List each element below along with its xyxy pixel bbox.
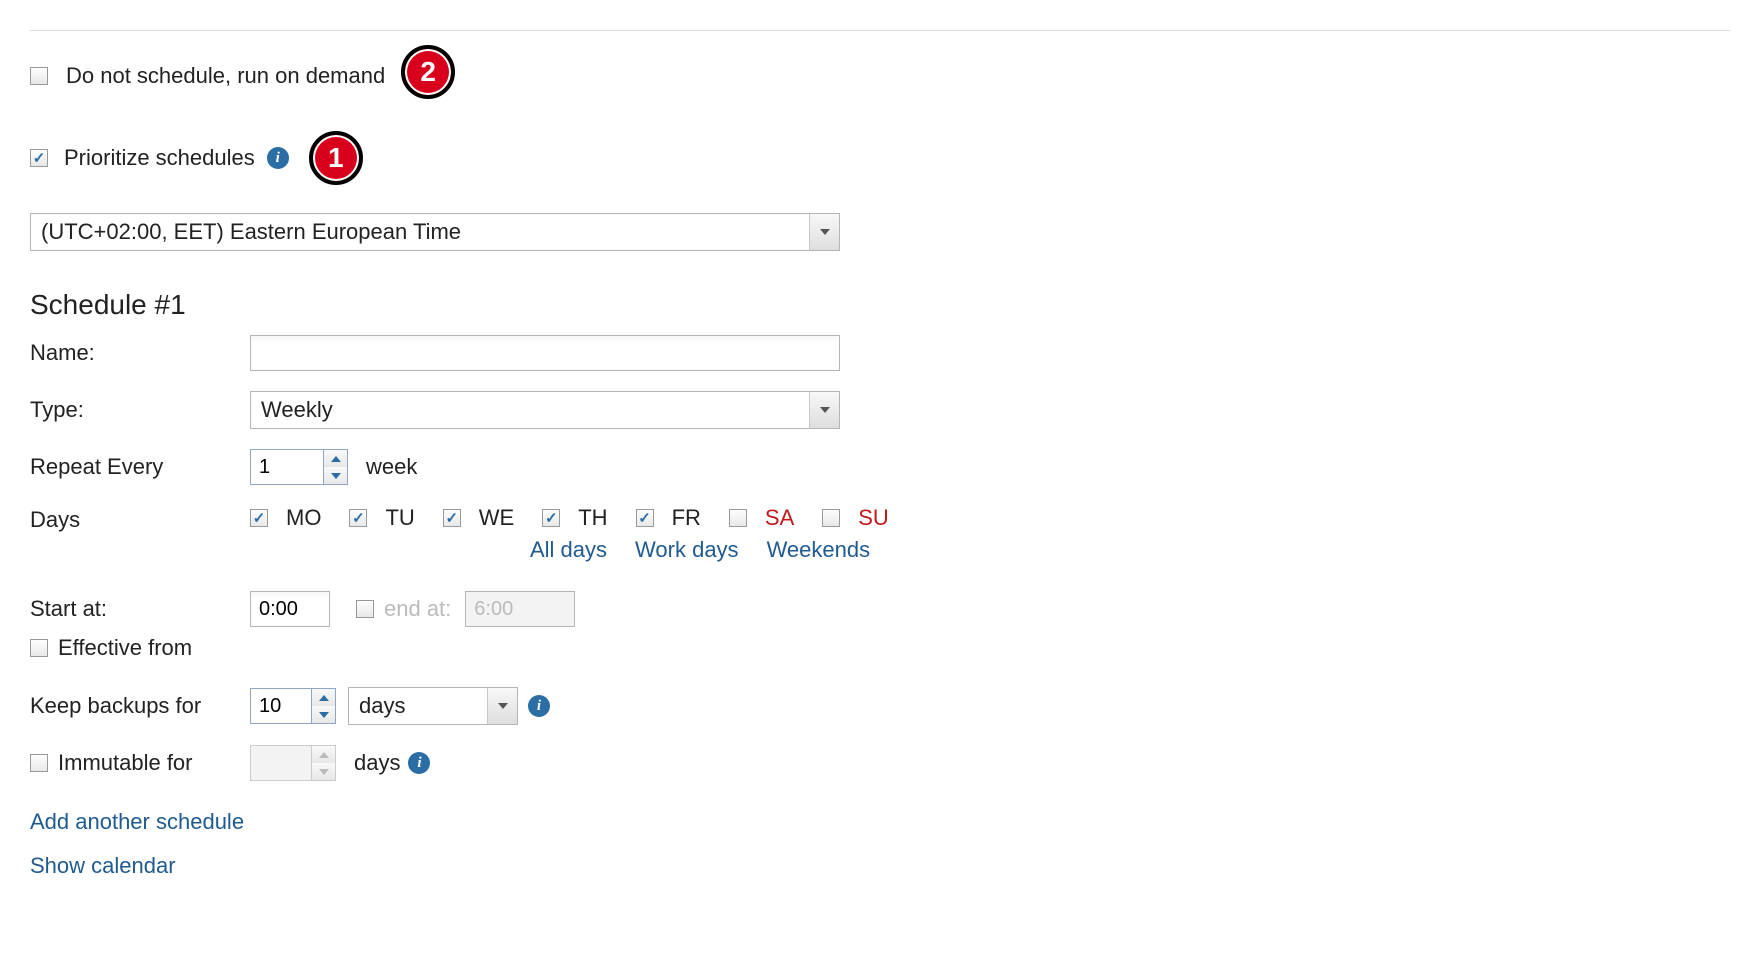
immutable-for-unit: days (354, 750, 400, 776)
do-not-schedule-label: Do not schedule, run on demand (66, 63, 385, 89)
spin-up-icon (319, 752, 329, 758)
day-fr: FR (636, 505, 701, 531)
keep-backups-down[interactable] (312, 706, 335, 723)
immutable-for-label: Immutable for (58, 750, 193, 776)
effective-from-label: Effective from (58, 635, 192, 661)
day-su-checkbox[interactable] (822, 509, 840, 527)
day-we: WE (443, 505, 514, 531)
day-sa: SA (729, 505, 794, 531)
keep-backups-unit-dropdown-button[interactable] (487, 688, 517, 724)
schedule-title: Schedule #1 (30, 289, 1730, 321)
keep-backups-unit: days (349, 688, 487, 724)
all-days-link[interactable]: All days (530, 537, 607, 563)
immutable-for-spinner (250, 745, 336, 781)
end-at-checkbox[interactable] (356, 600, 374, 618)
keep-backups-unit-select[interactable]: days (348, 687, 518, 725)
end-at-input (465, 591, 575, 627)
show-calendar-link[interactable]: Show calendar (30, 853, 176, 878)
repeat-every-up[interactable] (324, 450, 347, 467)
name-input[interactable] (250, 335, 840, 371)
day-th: TH (542, 505, 607, 531)
repeat-every-down[interactable] (324, 467, 347, 484)
chevron-down-icon (820, 407, 830, 413)
day-sa-label: SA (765, 505, 794, 531)
annotation-badge-1: 1 (309, 131, 363, 185)
day-th-checkbox[interactable] (542, 509, 560, 527)
spin-down-icon (319, 769, 329, 775)
chevron-down-icon (820, 229, 830, 235)
type-dropdown-button[interactable] (809, 392, 839, 428)
start-at-input[interactable] (250, 591, 330, 627)
weekends-link[interactable]: Weekends (767, 537, 871, 563)
immutable-for-value (251, 746, 311, 780)
day-mo-label: MO (286, 505, 321, 531)
keep-backups-up[interactable] (312, 689, 335, 706)
info-icon[interactable]: i (528, 695, 550, 717)
keep-backups-label: Keep backups for (30, 693, 250, 719)
start-at-label: Start at: (30, 596, 250, 622)
immutable-for-down (312, 763, 335, 780)
type-label: Type: (30, 397, 250, 423)
do-not-schedule-checkbox[interactable] (30, 67, 48, 85)
spin-up-icon (319, 695, 329, 701)
day-tu-checkbox[interactable] (349, 509, 367, 527)
timezone-value: (UTC+02:00, EET) Eastern European Time (31, 214, 809, 250)
chevron-down-icon (498, 703, 508, 709)
day-we-checkbox[interactable] (443, 509, 461, 527)
day-mo-checkbox[interactable] (250, 509, 268, 527)
info-icon[interactable]: i (408, 752, 430, 774)
keep-backups-spinner[interactable] (250, 688, 336, 724)
spin-down-icon (319, 712, 329, 718)
day-fr-label: FR (672, 505, 701, 531)
type-value: Weekly (251, 392, 809, 428)
add-another-schedule-link[interactable]: Add another schedule (30, 809, 244, 834)
repeat-every-value[interactable] (251, 450, 323, 484)
day-we-label: WE (479, 505, 514, 531)
day-mo: MO (250, 505, 321, 531)
day-su-label: SU (858, 505, 889, 531)
immutable-for-checkbox[interactable] (30, 754, 48, 772)
days-label: Days (30, 505, 250, 533)
prioritize-schedules-checkbox[interactable] (30, 149, 48, 167)
day-tu: TU (349, 505, 414, 531)
effective-from-checkbox[interactable] (30, 639, 48, 657)
repeat-every-spinner[interactable] (250, 449, 348, 485)
name-label: Name: (30, 340, 250, 366)
spin-up-icon (331, 456, 341, 462)
spin-down-icon (331, 473, 341, 479)
day-fr-checkbox[interactable] (636, 509, 654, 527)
day-tu-label: TU (385, 505, 414, 531)
info-icon[interactable]: i (267, 147, 289, 169)
repeat-every-unit: week (366, 454, 417, 480)
end-at-label: end at: (384, 596, 451, 622)
repeat-every-label: Repeat Every (30, 454, 250, 480)
keep-backups-value[interactable] (251, 689, 311, 723)
timezone-select[interactable]: (UTC+02:00, EET) Eastern European Time (30, 213, 840, 251)
day-sa-checkbox[interactable] (729, 509, 747, 527)
day-su: SU (822, 505, 889, 531)
prioritize-schedules-label: Prioritize schedules (64, 145, 255, 171)
day-th-label: TH (578, 505, 607, 531)
annotation-badge-2: 2 (401, 45, 455, 99)
timezone-dropdown-button[interactable] (809, 214, 839, 250)
immutable-for-up (312, 746, 335, 763)
work-days-link[interactable]: Work days (635, 537, 739, 563)
type-select[interactable]: Weekly (250, 391, 840, 429)
